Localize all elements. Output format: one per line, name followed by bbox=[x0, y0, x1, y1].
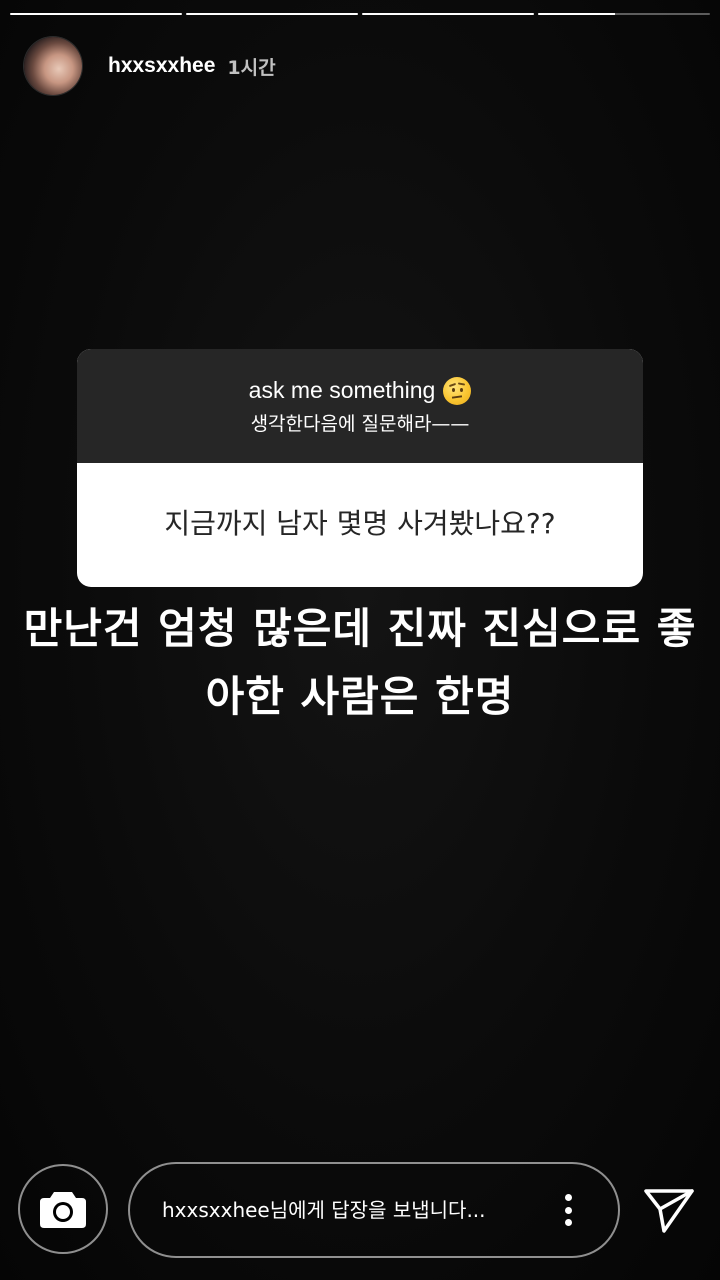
story-header: hxxsxxhee 1시간 bbox=[24, 36, 276, 96]
camera-button[interactable] bbox=[18, 1164, 108, 1254]
story-progress-bar bbox=[10, 13, 710, 16]
avatar[interactable] bbox=[24, 37, 82, 95]
send-icon bbox=[644, 1189, 694, 1233]
question-sticker-header: ask me something 생각한다음에 질문해라—— bbox=[77, 349, 643, 463]
timestamp: 1시간 bbox=[227, 56, 276, 79]
username[interactable]: hxxsxxhee bbox=[108, 54, 215, 78]
progress-segment bbox=[362, 13, 534, 15]
question-prompt-text: ask me something bbox=[248, 377, 436, 403]
story-screen[interactable]: hxxsxxhee 1시간 ask me something 생각한다음에 질문… bbox=[0, 0, 720, 1280]
face-with-raised-eyebrow-icon bbox=[443, 376, 472, 405]
progress-segment bbox=[538, 13, 710, 15]
question-sticker-body: 지금까지 남자 몇명 사겨봤나요?? bbox=[77, 463, 643, 587]
question-prompt: ask me something bbox=[248, 376, 472, 405]
reply-bar bbox=[128, 1162, 620, 1258]
send-button[interactable] bbox=[642, 1185, 696, 1235]
question-subtitle: 생각한다음에 질문해라—— bbox=[250, 412, 470, 435]
question-text: 지금까지 남자 몇명 사겨봤나요?? bbox=[164, 507, 556, 540]
more-vertical-icon[interactable] bbox=[558, 1190, 578, 1230]
progress-segment bbox=[10, 13, 182, 15]
progress-fill bbox=[538, 13, 616, 15]
camera-icon bbox=[40, 1192, 86, 1228]
answer-text: 만난건 엄청 많은데 진짜 진심으로 좋아한 사람은 한명 bbox=[23, 604, 697, 721]
progress-fill bbox=[10, 13, 182, 15]
progress-segment bbox=[186, 13, 358, 15]
reply-input[interactable] bbox=[160, 1197, 558, 1223]
progress-fill bbox=[186, 13, 358, 15]
progress-fill bbox=[362, 13, 534, 15]
question-sticker[interactable]: ask me something 생각한다음에 질문해라—— 지금까지 남자 몇… bbox=[77, 349, 643, 587]
